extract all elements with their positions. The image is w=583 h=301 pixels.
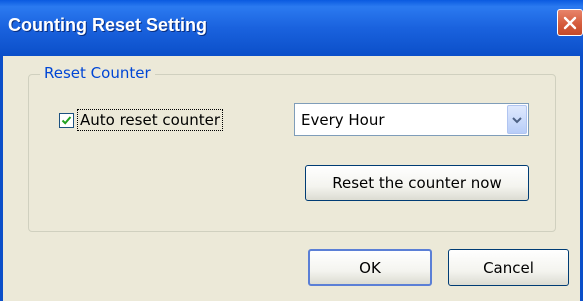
auto-reset-checkbox[interactable]	[59, 112, 74, 128]
auto-reset-checkbox-row[interactable]: Auto reset counter	[59, 109, 224, 131]
group-label: Reset Counter	[40, 64, 155, 82]
chevron-down-icon	[512, 116, 522, 123]
reset-interval-value: Every Hour	[301, 111, 385, 129]
window-title: Counting Reset Setting	[8, 15, 207, 35]
checkmark-icon	[61, 115, 72, 125]
reset-now-button[interactable]: Reset the counter now	[305, 165, 529, 201]
reset-counter-group	[28, 74, 556, 232]
ok-button[interactable]: OK	[308, 249, 432, 286]
close-button[interactable]	[557, 9, 583, 36]
close-icon	[563, 16, 577, 29]
dropdown-button[interactable]	[507, 105, 527, 134]
title-bar[interactable]: Counting Reset Setting	[0, 0, 583, 56]
auto-reset-label[interactable]: Auto reset counter	[77, 109, 224, 131]
cancel-button[interactable]: Cancel	[448, 249, 569, 286]
reset-interval-select[interactable]: Every Hour	[294, 103, 529, 136]
